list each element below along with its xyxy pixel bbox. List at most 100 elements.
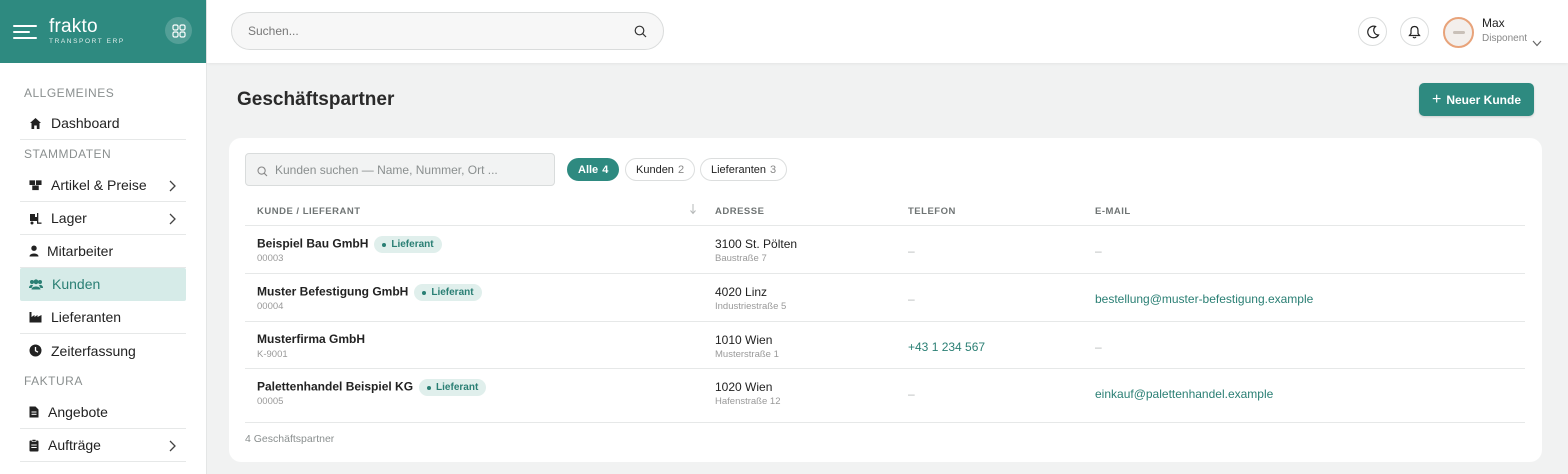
sidebar-item-zeiterfassung[interactable]: Zeiterfassung — [20, 334, 186, 367]
dot-icon — [427, 385, 432, 390]
chevron-down-icon[interactable] — [1532, 34, 1542, 52]
global-search-input[interactable] — [248, 24, 608, 38]
chevron-right-icon — [168, 439, 176, 455]
bell-icon — [1408, 25, 1421, 39]
users-icon — [29, 278, 43, 291]
search-icon[interactable] — [634, 25, 647, 43]
sort-arrow-icon[interactable] — [689, 202, 697, 220]
table-row[interactable]: Muster Befestigung GmbH Lieferant 00004 4… — [245, 274, 1525, 321]
menu-icon[interactable] — [13, 23, 37, 41]
partner-search-input[interactable] — [275, 163, 545, 177]
filter-chip-alle[interactable]: Alle 4 — [567, 158, 620, 181]
sidebar-item-label: Dashboard — [51, 115, 120, 131]
supplier-badge-label: Lieferant — [431, 287, 474, 298]
filter-label: Kunden — [636, 163, 674, 176]
sidebar-item-label: Angebote — [48, 404, 108, 420]
forklift-icon — [29, 212, 42, 225]
clipboard-icon — [29, 438, 39, 452]
user-role[interactable]: Disponent — [1482, 33, 1527, 44]
new-customer-label: Neuer Kunde — [1446, 92, 1522, 107]
sidebar-item-angebote[interactable]: Angebote — [20, 396, 186, 429]
brand-logo: frakto TRANSPORT ERP — [49, 17, 125, 46]
filter-count: 3 — [770, 163, 777, 176]
email-value: – — [1095, 340, 1102, 354]
dark-mode-toggle[interactable] — [1358, 17, 1387, 46]
partner-number: 00004 — [257, 301, 284, 312]
column-header-address[interactable]: ADRESSE — [715, 206, 764, 217]
dot-icon — [422, 290, 427, 295]
plus-icon: + — [1431, 90, 1442, 108]
phone-value: – — [908, 292, 915, 306]
email-link[interactable]: einkauf@palettenhandel.example — [1095, 387, 1273, 401]
filter-chip-kunden[interactable]: Kunden 2 — [625, 158, 696, 181]
sidebar-item-label: Aufträge — [48, 437, 101, 453]
address-city: 1010 Wien — [715, 333, 773, 347]
supplier-badge-label: Lieferant — [436, 382, 479, 393]
supplier-badge: Lieferant — [419, 379, 487, 396]
sidebar-item-lager[interactable]: Lager — [20, 202, 186, 235]
phone-value: – — [908, 387, 915, 401]
address-street: Hafenstraße 12 — [715, 396, 781, 407]
partner-name-cell: Beispiel Bau GmbH Lieferant — [257, 236, 442, 253]
section-stammdaten: STAMMDATEN — [24, 147, 112, 161]
table-row[interactable]: Musterfirma GmbH K-9001 1010 Wien Muster… — [245, 322, 1525, 369]
search-icon — [257, 164, 268, 182]
home-icon — [29, 117, 42, 130]
column-header-phone[interactable]: TELEFON — [908, 206, 956, 217]
chevron-right-icon — [168, 179, 176, 195]
column-header-name[interactable]: KUNDE / LIEFERANT — [257, 206, 361, 217]
avatar[interactable] — [1443, 17, 1474, 48]
avatar-placeholder-icon — [1452, 31, 1465, 34]
document-icon — [29, 406, 39, 419]
sidebar-item-label: Lieferanten — [51, 309, 122, 325]
notifications-button[interactable] — [1400, 17, 1429, 46]
email-value: – — [1095, 244, 1102, 258]
supplier-badge: Lieferant — [374, 236, 442, 253]
partner-number: 00005 — [257, 396, 284, 407]
moon-icon — [1366, 25, 1380, 39]
supplier-badge: Lieferant — [414, 284, 482, 301]
partner-name: Beispiel Bau GmbH — [257, 236, 369, 251]
boxes-icon — [29, 179, 42, 192]
address-street: Musterstraße 1 — [715, 349, 779, 360]
partner-name: Palettenhandel Beispiel KG — [257, 379, 414, 394]
email-link[interactable]: bestellung@muster-befestigung.example — [1095, 292, 1313, 306]
table-row[interactable]: Palettenhandel Beispiel KG Lieferant 0000… — [245, 369, 1525, 416]
phone-link[interactable]: +43 1 234 567 — [908, 340, 985, 354]
sidebar-item-label: Mitarbeiter — [47, 243, 114, 259]
sidebar-item-auftraege[interactable]: Aufträge — [20, 429, 186, 462]
sidebar-nav: ALLGEMEINES Dashboard STAMMDATEN Artikel… — [0, 63, 206, 462]
global-search[interactable] — [231, 12, 664, 50]
user-name[interactable]: Max — [1482, 16, 1505, 30]
supplier-badge-label: Lieferant — [391, 239, 434, 250]
sidebar-item-lieferanten[interactable]: Lieferanten — [20, 301, 186, 334]
sidebar-item-kunden[interactable]: Kunden — [20, 268, 186, 301]
sidebar-item-label: Kunden — [52, 276, 101, 292]
filter-chip-lieferanten[interactable]: Lieferanten 3 — [700, 158, 788, 181]
sidebar-item-dashboard[interactable]: Dashboard — [20, 107, 186, 140]
sidebar-item-label: Lager — [51, 210, 87, 226]
partner-name: Musterfirma GmbH — [257, 332, 366, 346]
new-customer-button[interactable]: + Neuer Kunde — [1419, 83, 1534, 116]
brand-name: frakto — [49, 16, 98, 38]
partner-name-cell: Muster Befestigung GmbH Lieferant — [257, 284, 482, 301]
page-title: Geschäftspartner — [237, 89, 395, 110]
chevron-right-icon — [168, 212, 176, 228]
table-row[interactable]: Beispiel Bau GmbH Lieferant 00003 3100 St… — [245, 226, 1525, 273]
filter-label: Alle — [578, 163, 599, 176]
column-header-email[interactable]: E-MAIL — [1095, 206, 1131, 217]
partner-search[interactable] — [245, 153, 555, 186]
result-count: 4 Geschäftspartner — [245, 433, 335, 445]
address-city: 1020 Wien — [715, 380, 773, 394]
divider — [245, 422, 1525, 423]
sidebar-item-label: Zeiterfassung — [51, 342, 136, 359]
section-faktura: FAKTURA — [24, 374, 83, 388]
address-street: Baustraße 7 — [715, 253, 767, 264]
partner-number: 00003 — [257, 253, 284, 264]
user-icon — [29, 245, 39, 258]
sidebar-item-artikel-preise[interactable]: Artikel & Preise — [20, 169, 186, 202]
apps-grid-icon[interactable] — [165, 17, 192, 44]
sidebar-item-mitarbeiter[interactable]: Mitarbeiter — [20, 235, 186, 268]
filter-count: 4 — [602, 163, 609, 176]
filter-count: 2 — [677, 163, 685, 176]
